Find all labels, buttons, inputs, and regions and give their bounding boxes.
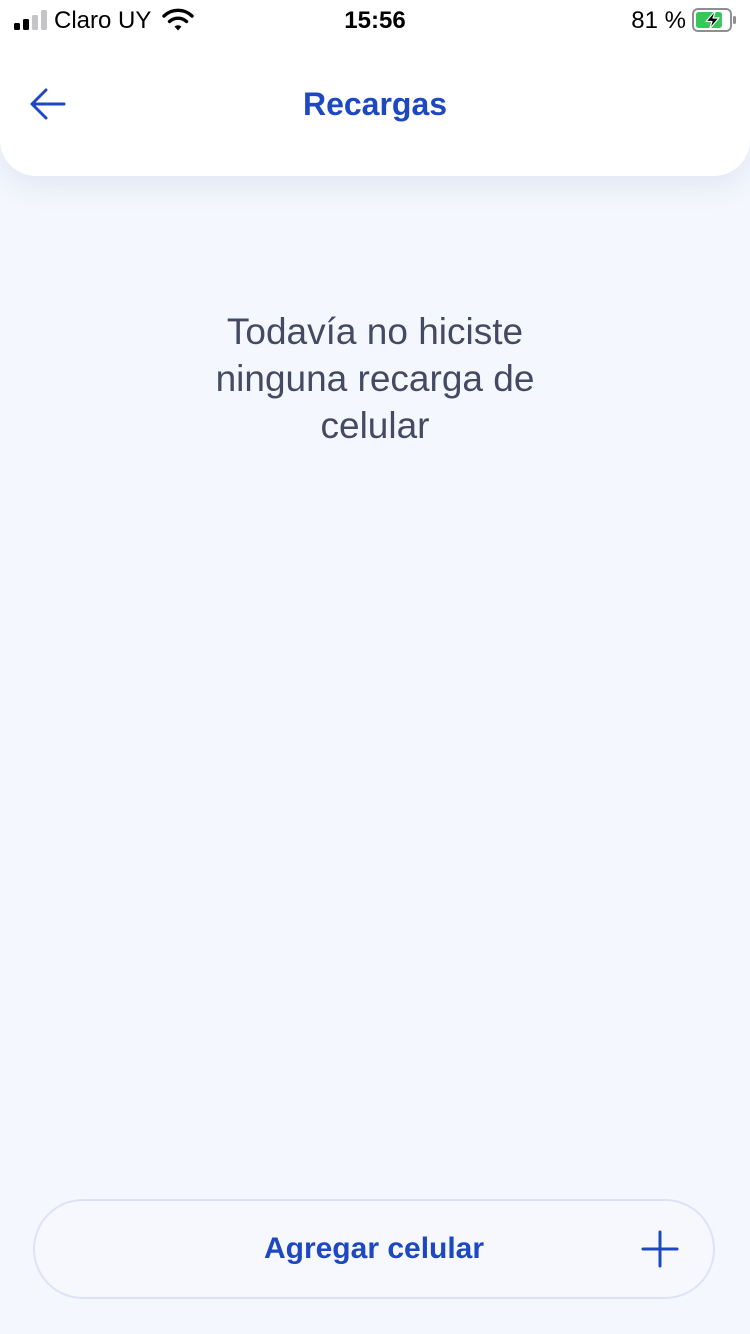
add-phone-button-label: Agregar celular <box>263 1232 485 1265</box>
empty-state-message: Todavía no hiciste ninguna recarga de ce… <box>215 311 535 446</box>
top-app-bar: Claro UY 15:56 81 % Recargas <box>0 0 750 176</box>
plus-icon <box>641 1230 679 1268</box>
page-title: Recargas <box>302 86 448 122</box>
battery-percentage: 81 % <box>631 7 686 34</box>
add-phone-button[interactable]: Agregar celular <box>33 1199 715 1299</box>
battery-charging-icon <box>692 8 736 32</box>
status-bar: Claro UY 15:56 81 % <box>0 0 750 42</box>
